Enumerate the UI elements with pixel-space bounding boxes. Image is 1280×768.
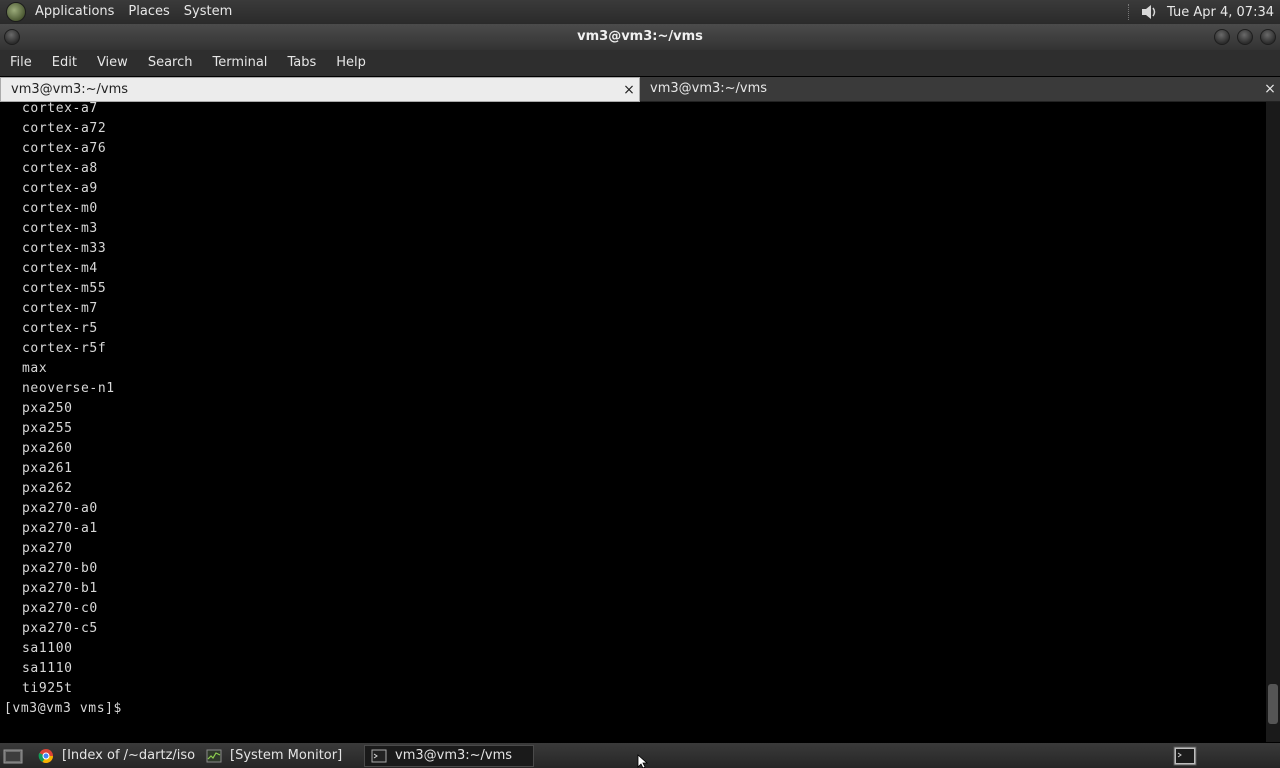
terminal-line: cortex-a7 xyxy=(22,102,98,116)
terminal-line: pxa270-b0 xyxy=(22,561,98,576)
window-titlebar[interactable]: vm3@vm3:~/vms xyxy=(0,24,1280,50)
terminal-line: cortex-r5 xyxy=(22,321,98,336)
tray-terminal-icon[interactable] xyxy=(1172,746,1198,766)
show-desktop-icon[interactable] xyxy=(2,747,24,765)
terminal-line: cortex-m4 xyxy=(22,261,98,276)
scrollbar-thumb[interactable] xyxy=(1268,684,1278,724)
terminal-line: pxa270-c5 xyxy=(22,621,98,636)
window-title: vm3@vm3:~/vms xyxy=(577,29,703,44)
menu-view[interactable]: View xyxy=(87,50,138,76)
panel-separator xyxy=(1128,4,1131,20)
task-terminal[interactable]: vm3@vm3:~/vms xyxy=(364,744,534,767)
terminal-line: pxa270-a0 xyxy=(22,501,98,516)
menu-edit[interactable]: Edit xyxy=(42,50,87,76)
chrome-icon xyxy=(38,748,53,763)
terminal-output: cortex-a7 cortex-a72 cortex-a76 cortex-a8 co… xyxy=(0,102,130,719)
menu-search[interactable]: Search xyxy=(138,50,203,76)
terminal-line: cortex-m3 xyxy=(22,221,98,236)
terminal-area[interactable]: cortex-a7 cortex-a72 cortex-a76 cortex-a8 co… xyxy=(0,102,1266,742)
tab-label: vm3@vm3:~/vms xyxy=(11,82,129,97)
terminal-line: pxa270-a1 xyxy=(22,521,98,536)
task-system-monitor[interactable]: [System Monitor] xyxy=(200,745,360,767)
volume-icon[interactable] xyxy=(1139,2,1159,22)
shell-prompt: [vm3@vm3 vms]$ xyxy=(4,701,131,716)
terminal-line: cortex-a72 xyxy=(22,121,107,136)
close-window-button[interactable] xyxy=(1260,29,1276,45)
menubar: File Edit View Search Terminal Tabs Help xyxy=(0,50,1280,76)
terminal-icon xyxy=(371,749,387,762)
terminal-line: cortex-m55 xyxy=(22,281,107,296)
terminal-line: cortex-a9 xyxy=(22,181,98,196)
terminal-scrollbar[interactable] xyxy=(1266,102,1280,742)
terminal-line: cortex-r5f xyxy=(22,341,107,356)
terminal-line: sa1110 xyxy=(22,661,73,676)
terminal-line: pxa261 xyxy=(22,461,73,476)
terminal-line: sa1100 xyxy=(22,641,73,656)
terminal-line: cortex-a8 xyxy=(22,161,98,176)
terminal-line: pxa262 xyxy=(22,481,73,496)
task-browser[interactable]: [Index of /~dartz/iso... xyxy=(32,745,196,767)
panel-right-area: Tue Apr 4, 07:34 xyxy=(1128,0,1280,24)
minimize-button[interactable] xyxy=(1214,29,1230,45)
system-monitor-icon xyxy=(206,749,222,762)
terminal-line: pxa255 xyxy=(22,421,73,436)
terminal-line: pxa270-c0 xyxy=(22,601,98,616)
terminal-line: pxa270-b1 xyxy=(22,581,98,596)
terminal-line: cortex-m7 xyxy=(22,301,98,316)
task-label: [System Monitor] xyxy=(230,748,343,763)
top-panel: Applications Places System Tue Apr 4, 07… xyxy=(0,0,1280,24)
tab-close-icon[interactable]: × xyxy=(622,78,636,102)
gnome-foot-icon[interactable] xyxy=(6,2,26,22)
maximize-button[interactable] xyxy=(1237,29,1253,45)
terminal-line: cortex-m33 xyxy=(22,241,107,256)
menu-terminal[interactable]: Terminal xyxy=(202,50,277,76)
tab-terminal-1[interactable]: vm3@vm3:~/vms × xyxy=(0,77,640,102)
system-menu[interactable]: System xyxy=(177,0,239,24)
menu-file[interactable]: File xyxy=(0,50,42,76)
task-label: [Index of /~dartz/iso... xyxy=(62,748,196,763)
terminal-line: max xyxy=(22,361,48,376)
terminal-line: cortex-m0 xyxy=(22,201,98,216)
task-label: vm3@vm3:~/vms xyxy=(395,748,513,763)
terminal-line: neoverse-n1 xyxy=(22,381,115,396)
menu-tabs[interactable]: Tabs xyxy=(277,50,326,76)
places-menu[interactable]: Places xyxy=(121,0,176,24)
clock[interactable]: Tue Apr 4, 07:34 xyxy=(1167,5,1280,20)
tab-terminal-2[interactable]: vm3@vm3:~/vms × xyxy=(640,77,1280,102)
terminal-line: ti925t xyxy=(22,681,73,696)
menu-help[interactable]: Help xyxy=(326,50,376,76)
applications-menu[interactable]: Applications xyxy=(28,0,121,24)
terminal-line: pxa260 xyxy=(22,441,73,456)
mouse-pointer-icon xyxy=(637,754,649,768)
tab-bar: vm3@vm3:~/vms × vm3@vm3:~/vms × xyxy=(0,77,1280,102)
tab-close-icon[interactable]: × xyxy=(1263,77,1277,101)
terminal-line: pxa250 xyxy=(22,401,73,416)
terminal-line: pxa270 xyxy=(22,541,73,556)
tab-label: vm3@vm3:~/vms xyxy=(650,81,768,96)
terminal-line: cortex-a76 xyxy=(22,141,107,156)
